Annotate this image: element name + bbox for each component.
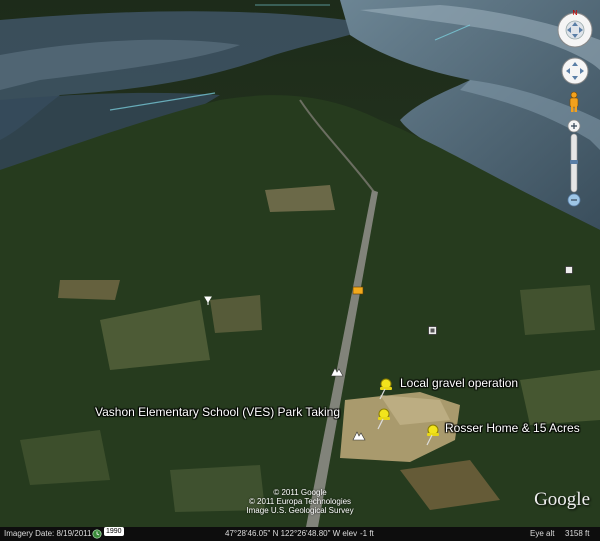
- pointer-elevation: -1 ft: [360, 529, 374, 538]
- yellow-pushpin-icon: [377, 408, 390, 430]
- move-joystick-icon[interactable]: [560, 56, 590, 86]
- look-joystick-icon[interactable]: N: [556, 8, 594, 50]
- placemark-label-rosser[interactable]: Rosser Home & 15 Acres: [445, 421, 580, 435]
- hiking-icon[interactable]: [330, 364, 344, 378]
- street-view-pegman-icon[interactable]: [567, 91, 581, 113]
- aerial-terrain: [0, 0, 600, 541]
- svg-text:N: N: [572, 9, 577, 17]
- copyright-line: Image U.S. Geological Survey: [246, 506, 354, 515]
- yellow-pushpin-icon: [379, 378, 392, 400]
- place-marker-icon[interactable]: [428, 326, 437, 335]
- status-bar: Imagery Date: 8/19/2011 1990 47°28'46.05…: [0, 527, 600, 541]
- yellow-pushpin-icon: [426, 424, 439, 446]
- placemark-gravel[interactable]: [377, 378, 393, 405]
- imagery-date: Imagery Date: 8/19/2011: [4, 529, 92, 538]
- eye-alt-label: Eye alt: [530, 529, 555, 538]
- map-view[interactable]: Local gravel operation Vashon Elementary…: [0, 0, 600, 541]
- business-icon[interactable]: [352, 285, 364, 295]
- restaurant-icon[interactable]: [203, 296, 213, 306]
- placemark-label-gravel[interactable]: Local gravel operation: [400, 376, 518, 390]
- copyright-line: © 2011 Google: [273, 488, 327, 497]
- pointer-coordinates: 47°28'46.05" N 122°26'48.80" W elev: [225, 529, 358, 538]
- year-value: 1990: [104, 527, 124, 536]
- copyright-line: © 2011 Europa Technologies: [248, 497, 352, 506]
- zoom-slider-icon[interactable]: [565, 118, 583, 208]
- copyright-notice: © 2011 Google © 2011 Europa Technologies…: [0, 488, 600, 515]
- placemark-school[interactable]: [375, 408, 391, 435]
- place-marker-icon[interactable]: [565, 266, 573, 274]
- placemark-rosser[interactable]: [424, 424, 440, 451]
- hiking-icon[interactable]: [352, 428, 366, 442]
- placemark-label-school[interactable]: Vashon Elementary School (VES) Park Taki…: [95, 405, 340, 419]
- google-logo: Google: [534, 489, 590, 510]
- historical-imagery-clock-icon[interactable]: [92, 527, 102, 541]
- eye-alt-value: 3158 ft: [565, 529, 590, 538]
